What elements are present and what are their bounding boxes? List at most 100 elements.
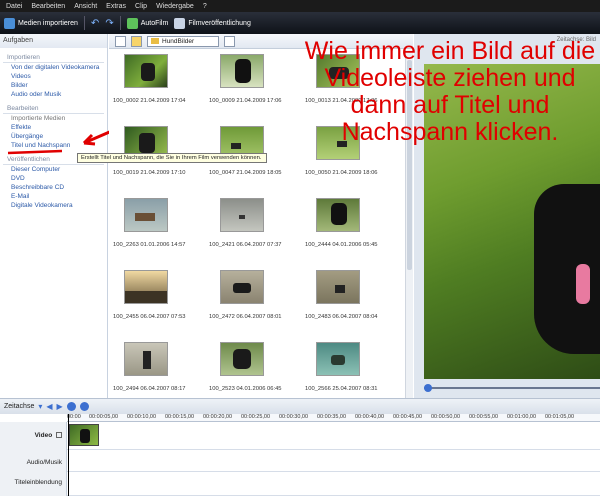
gallery-item[interactable]: 100_2566 25.04.2007 08:31 [301, 338, 391, 400]
video-clip[interactable] [69, 424, 99, 446]
task-pictures[interactable]: Bilder [0, 81, 107, 90]
view-toggle-button[interactable] [115, 35, 126, 47]
track-label-video-text: Video [34, 432, 53, 439]
menu-extras[interactable]: Extras [106, 3, 126, 10]
gallery-item[interactable]: 100_2444 04.01.2006 05:45 [301, 194, 391, 256]
task-writable-cd[interactable]: Beschreibbare CD [0, 183, 107, 192]
tick-label: 00:00:10,00 [127, 414, 157, 420]
task-email[interactable]: E-Mail [0, 192, 107, 201]
tasks-pane: Aufgaben Importieren Von der digitalen V… [0, 34, 108, 398]
track-label-titles: Titeleinblendung [14, 479, 62, 486]
gallery-item[interactable]: 100_2263 01.01.2006 14:57 [109, 194, 199, 256]
track-label-audio: Audio/Musik [26, 459, 62, 466]
toolbar: Medien importieren ↶ ↷ AutoFilm Filmverö… [0, 12, 600, 34]
task-digital-camera[interactable]: Digitale Videokamera [0, 201, 107, 210]
gallery-item[interactable]: 100_0009 21.04.2009 17:06 [205, 50, 295, 112]
task-videos[interactable]: Videos [0, 72, 107, 81]
gallery-item[interactable]: 100_2523 04.01.2006 06:45 [205, 338, 295, 400]
annotation-text: Wie immer ein Bild auf die Videoleiste z… [304, 37, 596, 146]
task-this-computer[interactable]: Dieser Computer [0, 165, 107, 174]
thumbnail-image [220, 198, 264, 232]
thumbnail-caption: 100_0002 21.04.2009 17:04 [113, 98, 186, 104]
seek-handle[interactable] [424, 384, 432, 392]
tick-label: 00:00:20,00 [203, 414, 233, 420]
thumbnail-caption: 100_2444 04.01.2006 05:45 [305, 242, 378, 248]
collection-dropdown[interactable]: HundBilder [147, 35, 219, 47]
publish-button[interactable]: Filmveröffentlichung [174, 17, 251, 29]
thumbnail-caption: 100_2566 25.04.2007 08:31 [305, 386, 378, 392]
tick-label: 00:00:50,00 [431, 414, 461, 420]
publish-label: Filmveröffentlichung [188, 19, 251, 27]
tick-label: 00:00:45,00 [393, 414, 423, 420]
thumbnail-image [124, 342, 168, 376]
track-labels: Video Audio/Musik Titeleinblendung [0, 422, 67, 496]
chevron-down-icon[interactable]: ▾ [38, 402, 42, 411]
tick-label: 00:01:05,00 [545, 414, 575, 420]
zoom-in-icon[interactable] [66, 402, 76, 411]
folder-icon [151, 38, 159, 44]
rewind-icon[interactable]: ◀ [46, 402, 52, 411]
tick-label: 00:00:15,00 [165, 414, 195, 420]
menu-bar: Datei Bearbeiten Ansicht Extras Clip Wie… [0, 0, 600, 12]
gallery-item[interactable]: 100_2421 06.04.2007 07:37 [205, 194, 295, 256]
folder-up-button[interactable] [131, 35, 142, 47]
gallery-item[interactable]: 100_2472 06.04.2007 08:01 [205, 266, 295, 328]
timeline-ruler: 00:00 00:00:05,00 00:00:10,00 00:00:15,0… [67, 414, 600, 422]
menu-clip[interactable]: Clip [135, 3, 147, 10]
thumbnail-caption: 100_2421 06.04.2007 07:37 [209, 242, 282, 248]
thumbnail-image [124, 54, 168, 88]
title-overlay-track[interactable] [67, 472, 600, 496]
menu-datei[interactable]: Datei [6, 3, 22, 10]
thumbnail-caption: 100_2523 04.01.2006 06:45 [209, 386, 282, 392]
menu-wiedergabe[interactable]: Wiedergabe [156, 3, 194, 10]
video-track[interactable] [67, 422, 600, 450]
undo-icon[interactable]: ↶ [91, 18, 99, 29]
tick-label: 00:00:30,00 [279, 414, 309, 420]
menu-help[interactable]: ? [203, 3, 207, 10]
thumbnail-image [316, 270, 360, 304]
gallery-item[interactable]: 100_2494 06.04.2007 08:17 [109, 338, 199, 400]
tick-label: 00:00:35,00 [317, 414, 347, 420]
import-media-button[interactable]: Medien importieren [4, 17, 78, 29]
gallery-item[interactable]: 100_0002 21.04.2009 17:04 [109, 50, 199, 112]
playhead[interactable] [68, 414, 69, 496]
tasks-header: Aufgaben [0, 34, 107, 48]
seek-track [424, 387, 600, 389]
autofilm-label: AutoFilm [140, 19, 169, 27]
toolbar-separator [119, 16, 121, 30]
task-from-camera[interactable]: Von der digitalen Videokamera [0, 63, 107, 72]
play-icon[interactable]: ▶ [57, 402, 63, 411]
section-import: Importieren Von der digitalen Videokamer… [0, 52, 107, 99]
task-audio-music[interactable]: Audio oder Musik [0, 90, 107, 99]
gallery-item[interactable]: 100_2483 06.04.2007 08:04 [301, 266, 391, 328]
thumbnail-caption: 100_0050 21.04.2009 18:06 [305, 170, 378, 176]
thumbnail-image [124, 270, 168, 304]
section-title-import: Importieren [3, 52, 104, 63]
expand-icon[interactable] [56, 432, 62, 439]
task-dvd[interactable]: DVD [0, 174, 107, 183]
gallery-item[interactable]: 100_2455 06.04.2007 07:53 [109, 266, 199, 328]
thumbnail-image [124, 198, 168, 232]
redo-icon[interactable]: ↷ [105, 18, 113, 29]
collection-name: HundBilder [162, 37, 195, 45]
toolbar-separator [83, 16, 85, 30]
track-label-video: Video [4, 432, 62, 439]
autofilm-button[interactable]: AutoFilm [126, 17, 169, 29]
autofilm-icon [126, 17, 138, 29]
audio-track[interactable] [67, 450, 600, 472]
view-options-button[interactable] [224, 35, 235, 47]
tooltip: Erstellt Titel und Nachspann, die Sie in… [77, 153, 267, 163]
timeline-label[interactable]: Zeitachse [4, 403, 34, 410]
zoom-out-icon[interactable] [79, 402, 89, 411]
menu-ansicht[interactable]: Ansicht [74, 3, 97, 10]
tick-label: 00:01:00,00 [507, 414, 537, 420]
thumbnail-image [316, 342, 360, 376]
seek-bar[interactable] [424, 384, 600, 392]
thumbnail-caption: 100_2455 06.04.2007 07:53 [113, 314, 186, 320]
thumbnail-caption: 100_2263 01.01.2006 14:57 [113, 242, 186, 248]
preview-dog-shape [534, 184, 600, 354]
thumbnail-image [220, 54, 264, 88]
thumbnail-caption: 100_2494 06.04.2007 08:17 [113, 386, 186, 392]
menu-bearbeiten[interactable]: Bearbeiten [31, 3, 65, 10]
thumbnail-image [220, 342, 264, 376]
